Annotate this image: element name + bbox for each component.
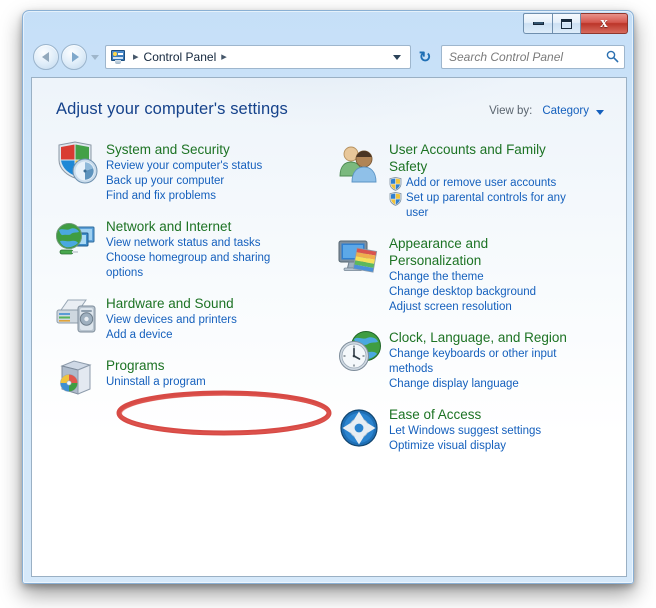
address-bar[interactable]: ▸ Control Panel ▸ <box>105 45 411 69</box>
category-network-and-internet[interactable]: Network and Internet View network status… <box>46 217 329 281</box>
printer-icon <box>54 294 100 340</box>
link-add-a-device[interactable]: Add a device <box>106 328 237 343</box>
view-by-chevron-down-icon[interactable] <box>596 109 604 115</box>
arrow-right-icon <box>71 52 79 62</box>
category-body: Clock, Language, and Region Change keybo… <box>389 328 579 392</box>
clock-globe-icon <box>337 328 383 374</box>
link-view-devices-and-printers[interactable]: View devices and printers <box>106 313 237 328</box>
forward-button[interactable] <box>61 44 87 70</box>
close-button[interactable]: x <box>581 13 628 34</box>
link-optimize-visual-display[interactable]: Optimize visual display <box>389 439 541 454</box>
search-icon[interactable] <box>606 50 619 65</box>
address-chevron-down-icon[interactable] <box>393 54 401 60</box>
uac-shield-icon <box>389 176 402 191</box>
category-clock-language-and-region[interactable]: Clock, Language, and Region Change keybo… <box>329 328 626 392</box>
category-links: View network status and tasks Choose hom… <box>106 236 296 281</box>
maximize-icon <box>561 18 572 29</box>
refresh-icon: ↻ <box>418 48 432 66</box>
category-links: Change the theme Change desktop backgrou… <box>389 270 575 315</box>
category-title[interactable]: Ease of Access <box>389 406 541 423</box>
ease-of-access-icon <box>337 405 383 451</box>
programs-box-icon <box>54 356 100 402</box>
link-choose-homegroup-and-sharing-options[interactable]: Choose homegroup and sharing options <box>106 251 296 281</box>
link-label: Add or remove user accounts <box>406 177 557 189</box>
arrow-left-icon <box>41 52 49 62</box>
view-by-value[interactable]: Category <box>542 105 589 117</box>
navigation-bar: ▸ Control Panel ▸ ↻ Search Control Panel <box>23 39 633 75</box>
category-body: Hardware and Sound View devices and prin… <box>106 294 237 343</box>
link-change-desktop-background[interactable]: Change desktop background <box>389 285 575 300</box>
control-panel-icon <box>110 49 126 65</box>
close-icon: x <box>600 15 608 31</box>
page-title: Adjust your computer's settings <box>56 100 288 118</box>
link-label: Set up parental controls for any user <box>406 192 566 219</box>
category-title[interactable]: System and Security <box>106 141 262 158</box>
category-ease-of-access[interactable]: Ease of Access Let Windows suggest setti… <box>329 405 626 454</box>
link-change-display-language[interactable]: Change display language <box>389 377 579 392</box>
view-by-control: View by: Category <box>489 105 604 117</box>
category-title[interactable]: User Accounts and Family Safety <box>389 141 575 175</box>
category-title[interactable]: Clock, Language, and Region <box>389 329 575 346</box>
link-adjust-screen-resolution[interactable]: Adjust screen resolution <box>389 300 575 315</box>
breadcrumb-control-panel[interactable]: Control Panel <box>144 50 217 64</box>
search-box[interactable]: Search Control Panel <box>441 45 625 69</box>
search-input[interactable]: Search Control Panel <box>449 50 606 64</box>
link-set-up-parental-controls[interactable]: Set up parental controls for any user <box>389 191 579 221</box>
nav-arrow-group <box>33 44 99 70</box>
link-back-up-your-computer[interactable]: Back up your computer <box>106 174 262 189</box>
category-title[interactable]: Appearance and Personalization <box>389 235 575 269</box>
view-by-label: View by: <box>489 105 533 117</box>
category-body: Programs Uninstall a program <box>106 356 206 402</box>
title-bar[interactable]: x <box>23 11 633 39</box>
category-title[interactable]: Programs <box>106 357 206 374</box>
appearance-monitor-icon <box>337 234 383 280</box>
link-change-keyboards-or-other-input-methods[interactable]: Change keyboards or other input methods <box>389 347 579 377</box>
category-links: View devices and printers Add a device <box>106 313 237 343</box>
category-title[interactable]: Network and Internet <box>106 218 292 235</box>
control-panel-window: x ▸ Control Panel ▸ ↻ Search Control Pan… <box>22 10 634 584</box>
refresh-button[interactable]: ↻ <box>413 45 437 69</box>
content-pane: Adjust your computer's settings View by:… <box>31 77 627 577</box>
user-accounts-icon <box>337 140 383 186</box>
category-user-accounts-and-family-safety[interactable]: User Accounts and Family Safety Add or r… <box>329 140 626 221</box>
category-columns: System and Security Review your computer… <box>32 140 626 467</box>
minimize-button[interactable] <box>523 13 552 34</box>
category-body: System and Security Review your computer… <box>106 140 262 204</box>
category-column-right: User Accounts and Family Safety Add or r… <box>329 140 626 467</box>
link-view-network-status-and-tasks[interactable]: View network status and tasks <box>106 236 296 251</box>
category-hardware-and-sound[interactable]: Hardware and Sound View devices and prin… <box>46 294 329 343</box>
link-review-your-computers-status[interactable]: Review your computer's status <box>106 159 262 174</box>
category-body: User Accounts and Family Safety Add or r… <box>389 140 579 221</box>
link-add-or-remove-user-accounts[interactable]: Add or remove user accounts <box>389 176 579 191</box>
category-appearance-and-personalization[interactable]: Appearance and Personalization Change th… <box>329 234 626 315</box>
maximize-button[interactable] <box>552 13 581 34</box>
category-links: Review your computer's status Back up yo… <box>106 159 262 204</box>
network-globe-icon <box>54 217 100 263</box>
category-links: Let Windows suggest settings Optimize vi… <box>389 424 541 454</box>
link-change-the-theme[interactable]: Change the theme <box>389 270 575 285</box>
caption-button-group: x <box>523 13 628 34</box>
category-links: Uninstall a program <box>106 375 206 390</box>
category-body: Appearance and Personalization Change th… <box>389 234 575 315</box>
category-links: Change keyboards or other input methods … <box>389 347 579 392</box>
link-find-and-fix-problems[interactable]: Find and fix problems <box>106 189 262 204</box>
link-let-windows-suggest-settings[interactable]: Let Windows suggest settings <box>389 424 541 439</box>
shield-security-icon <box>54 140 100 186</box>
page-header: Adjust your computer's settings View by:… <box>32 100 626 119</box>
back-button[interactable] <box>33 44 59 70</box>
recent-pages-chevron-down-icon[interactable] <box>91 54 99 60</box>
uac-shield-icon <box>389 191 402 206</box>
breadcrumb-separator-trailing-icon[interactable]: ▸ <box>221 51 227 63</box>
breadcrumb-separator-leading-icon: ▸ <box>133 50 139 63</box>
category-links: Add or remove user accounts Set up paren… <box>389 176 579 221</box>
category-title[interactable]: Hardware and Sound <box>106 295 237 312</box>
link-uninstall-a-program[interactable]: Uninstall a program <box>106 375 206 390</box>
category-column-left: System and Security Review your computer… <box>32 140 329 467</box>
category-programs[interactable]: Programs Uninstall a program <box>46 356 329 402</box>
minimize-icon <box>532 22 544 25</box>
category-system-and-security[interactable]: System and Security Review your computer… <box>46 140 329 204</box>
category-body: Network and Internet View network status… <box>106 217 296 281</box>
category-body: Ease of Access Let Windows suggest setti… <box>389 405 541 454</box>
